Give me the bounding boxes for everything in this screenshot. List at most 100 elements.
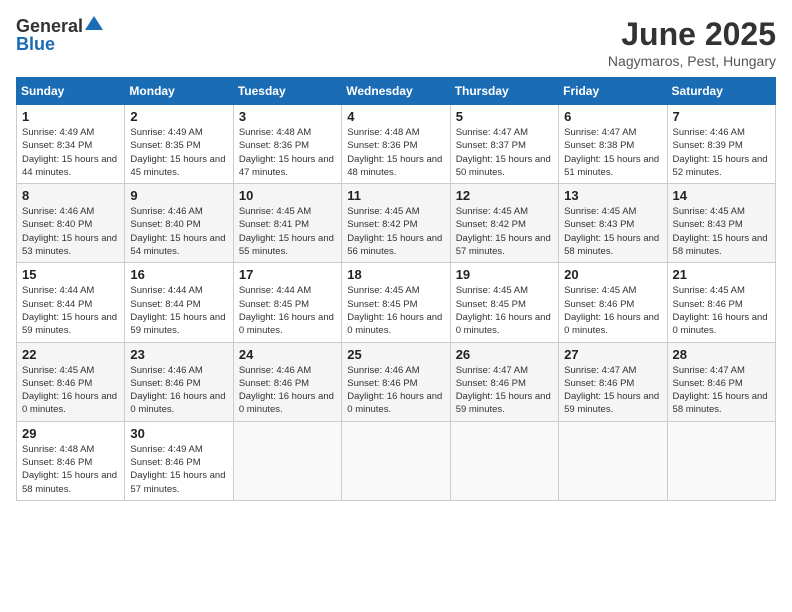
- day-info: Sunrise: 4:49 AM Sunset: 8:34 PM Dayligh…: [22, 126, 119, 179]
- day-info: Sunrise: 4:45 AM Sunset: 8:45 PM Dayligh…: [456, 284, 553, 337]
- table-row: 29 Sunrise: 4:48 AM Sunset: 8:46 PM Dayl…: [17, 421, 125, 500]
- day-info: Sunrise: 4:49 AM Sunset: 8:35 PM Dayligh…: [130, 126, 227, 179]
- day-info: Sunrise: 4:46 AM Sunset: 8:39 PM Dayligh…: [673, 126, 770, 179]
- table-row: 17 Sunrise: 4:44 AM Sunset: 8:45 PM Dayl…: [233, 263, 341, 342]
- day-info: Sunrise: 4:45 AM Sunset: 8:43 PM Dayligh…: [673, 205, 770, 258]
- table-row: 9 Sunrise: 4:46 AM Sunset: 8:40 PM Dayli…: [125, 184, 233, 263]
- table-row: 2 Sunrise: 4:49 AM Sunset: 8:35 PM Dayli…: [125, 105, 233, 184]
- calendar-week-row: 1 Sunrise: 4:49 AM Sunset: 8:34 PM Dayli…: [17, 105, 776, 184]
- empty-cell: [667, 421, 775, 500]
- day-number: 25: [347, 347, 444, 362]
- day-info: Sunrise: 4:45 AM Sunset: 8:46 PM Dayligh…: [673, 284, 770, 337]
- day-number: 28: [673, 347, 770, 362]
- table-row: 3 Sunrise: 4:48 AM Sunset: 8:36 PM Dayli…: [233, 105, 341, 184]
- day-number: 24: [239, 347, 336, 362]
- table-row: 12 Sunrise: 4:45 AM Sunset: 8:42 PM Dayl…: [450, 184, 558, 263]
- logo-blue-text: Blue: [16, 34, 55, 54]
- table-row: 30 Sunrise: 4:49 AM Sunset: 8:46 PM Dayl…: [125, 421, 233, 500]
- logo-icon: [85, 16, 103, 30]
- empty-cell: [450, 421, 558, 500]
- day-info: Sunrise: 4:44 AM Sunset: 8:44 PM Dayligh…: [22, 284, 119, 337]
- logo: General Blue: [16, 16, 103, 55]
- day-number: 10: [239, 188, 336, 203]
- day-info: Sunrise: 4:47 AM Sunset: 8:46 PM Dayligh…: [564, 364, 661, 417]
- logo-general-text: General: [16, 17, 83, 35]
- table-row: 19 Sunrise: 4:45 AM Sunset: 8:45 PM Dayl…: [450, 263, 558, 342]
- table-row: 6 Sunrise: 4:47 AM Sunset: 8:38 PM Dayli…: [559, 105, 667, 184]
- day-info: Sunrise: 4:46 AM Sunset: 8:40 PM Dayligh…: [22, 205, 119, 258]
- location-title: Nagymaros, Pest, Hungary: [608, 53, 776, 69]
- day-number: 19: [456, 267, 553, 282]
- day-info: Sunrise: 4:45 AM Sunset: 8:42 PM Dayligh…: [347, 205, 444, 258]
- col-sunday: Sunday: [17, 78, 125, 105]
- day-info: Sunrise: 4:45 AM Sunset: 8:45 PM Dayligh…: [347, 284, 444, 337]
- day-number: 26: [456, 347, 553, 362]
- table-row: 20 Sunrise: 4:45 AM Sunset: 8:46 PM Dayl…: [559, 263, 667, 342]
- day-number: 5: [456, 109, 553, 124]
- day-number: 23: [130, 347, 227, 362]
- day-number: 4: [347, 109, 444, 124]
- table-row: 13 Sunrise: 4:45 AM Sunset: 8:43 PM Dayl…: [559, 184, 667, 263]
- month-title: June 2025: [608, 16, 776, 53]
- col-saturday: Saturday: [667, 78, 775, 105]
- day-number: 8: [22, 188, 119, 203]
- col-wednesday: Wednesday: [342, 78, 450, 105]
- day-info: Sunrise: 4:47 AM Sunset: 8:46 PM Dayligh…: [456, 364, 553, 417]
- day-info: Sunrise: 4:45 AM Sunset: 8:46 PM Dayligh…: [564, 284, 661, 337]
- day-number: 6: [564, 109, 661, 124]
- day-info: Sunrise: 4:45 AM Sunset: 8:43 PM Dayligh…: [564, 205, 661, 258]
- day-info: Sunrise: 4:44 AM Sunset: 8:45 PM Dayligh…: [239, 284, 336, 337]
- calendar-week-row: 22 Sunrise: 4:45 AM Sunset: 8:46 PM Dayl…: [17, 342, 776, 421]
- day-info: Sunrise: 4:47 AM Sunset: 8:38 PM Dayligh…: [564, 126, 661, 179]
- day-info: Sunrise: 4:49 AM Sunset: 8:46 PM Dayligh…: [130, 443, 227, 496]
- day-number: 15: [22, 267, 119, 282]
- day-number: 29: [22, 426, 119, 441]
- day-number: 30: [130, 426, 227, 441]
- day-number: 9: [130, 188, 227, 203]
- calendar-week-row: 29 Sunrise: 4:48 AM Sunset: 8:46 PM Dayl…: [17, 421, 776, 500]
- table-row: 24 Sunrise: 4:46 AM Sunset: 8:46 PM Dayl…: [233, 342, 341, 421]
- day-number: 17: [239, 267, 336, 282]
- calendar-table: Sunday Monday Tuesday Wednesday Thursday…: [16, 77, 776, 501]
- day-info: Sunrise: 4:46 AM Sunset: 8:40 PM Dayligh…: [130, 205, 227, 258]
- day-info: Sunrise: 4:48 AM Sunset: 8:36 PM Dayligh…: [347, 126, 444, 179]
- page-header: General Blue June 2025 Nagymaros, Pest, …: [16, 16, 776, 69]
- day-number: 2: [130, 109, 227, 124]
- table-row: 28 Sunrise: 4:47 AM Sunset: 8:46 PM Dayl…: [667, 342, 775, 421]
- empty-cell: [342, 421, 450, 500]
- day-number: 1: [22, 109, 119, 124]
- day-info: Sunrise: 4:46 AM Sunset: 8:46 PM Dayligh…: [130, 364, 227, 417]
- col-friday: Friday: [559, 78, 667, 105]
- day-number: 21: [673, 267, 770, 282]
- day-info: Sunrise: 4:47 AM Sunset: 8:46 PM Dayligh…: [673, 364, 770, 417]
- table-row: 25 Sunrise: 4:46 AM Sunset: 8:46 PM Dayl…: [342, 342, 450, 421]
- table-row: 16 Sunrise: 4:44 AM Sunset: 8:44 PM Dayl…: [125, 263, 233, 342]
- day-info: Sunrise: 4:48 AM Sunset: 8:46 PM Dayligh…: [22, 443, 119, 496]
- table-row: 5 Sunrise: 4:47 AM Sunset: 8:37 PM Dayli…: [450, 105, 558, 184]
- table-row: 7 Sunrise: 4:46 AM Sunset: 8:39 PM Dayli…: [667, 105, 775, 184]
- table-row: 8 Sunrise: 4:46 AM Sunset: 8:40 PM Dayli…: [17, 184, 125, 263]
- table-row: 15 Sunrise: 4:44 AM Sunset: 8:44 PM Dayl…: [17, 263, 125, 342]
- table-row: 21 Sunrise: 4:45 AM Sunset: 8:46 PM Dayl…: [667, 263, 775, 342]
- calendar-header-row: Sunday Monday Tuesday Wednesday Thursday…: [17, 78, 776, 105]
- table-row: 23 Sunrise: 4:46 AM Sunset: 8:46 PM Dayl…: [125, 342, 233, 421]
- table-row: 27 Sunrise: 4:47 AM Sunset: 8:46 PM Dayl…: [559, 342, 667, 421]
- day-info: Sunrise: 4:46 AM Sunset: 8:46 PM Dayligh…: [347, 364, 444, 417]
- day-info: Sunrise: 4:45 AM Sunset: 8:41 PM Dayligh…: [239, 205, 336, 258]
- day-number: 20: [564, 267, 661, 282]
- day-number: 12: [456, 188, 553, 203]
- table-row: 10 Sunrise: 4:45 AM Sunset: 8:41 PM Dayl…: [233, 184, 341, 263]
- day-info: Sunrise: 4:44 AM Sunset: 8:44 PM Dayligh…: [130, 284, 227, 337]
- day-number: 3: [239, 109, 336, 124]
- day-number: 22: [22, 347, 119, 362]
- day-info: Sunrise: 4:45 AM Sunset: 8:46 PM Dayligh…: [22, 364, 119, 417]
- col-tuesday: Tuesday: [233, 78, 341, 105]
- day-number: 7: [673, 109, 770, 124]
- day-number: 11: [347, 188, 444, 203]
- empty-cell: [559, 421, 667, 500]
- calendar-week-row: 15 Sunrise: 4:44 AM Sunset: 8:44 PM Dayl…: [17, 263, 776, 342]
- day-info: Sunrise: 4:45 AM Sunset: 8:42 PM Dayligh…: [456, 205, 553, 258]
- title-area: June 2025 Nagymaros, Pest, Hungary: [608, 16, 776, 69]
- table-row: 1 Sunrise: 4:49 AM Sunset: 8:34 PM Dayli…: [17, 105, 125, 184]
- day-number: 16: [130, 267, 227, 282]
